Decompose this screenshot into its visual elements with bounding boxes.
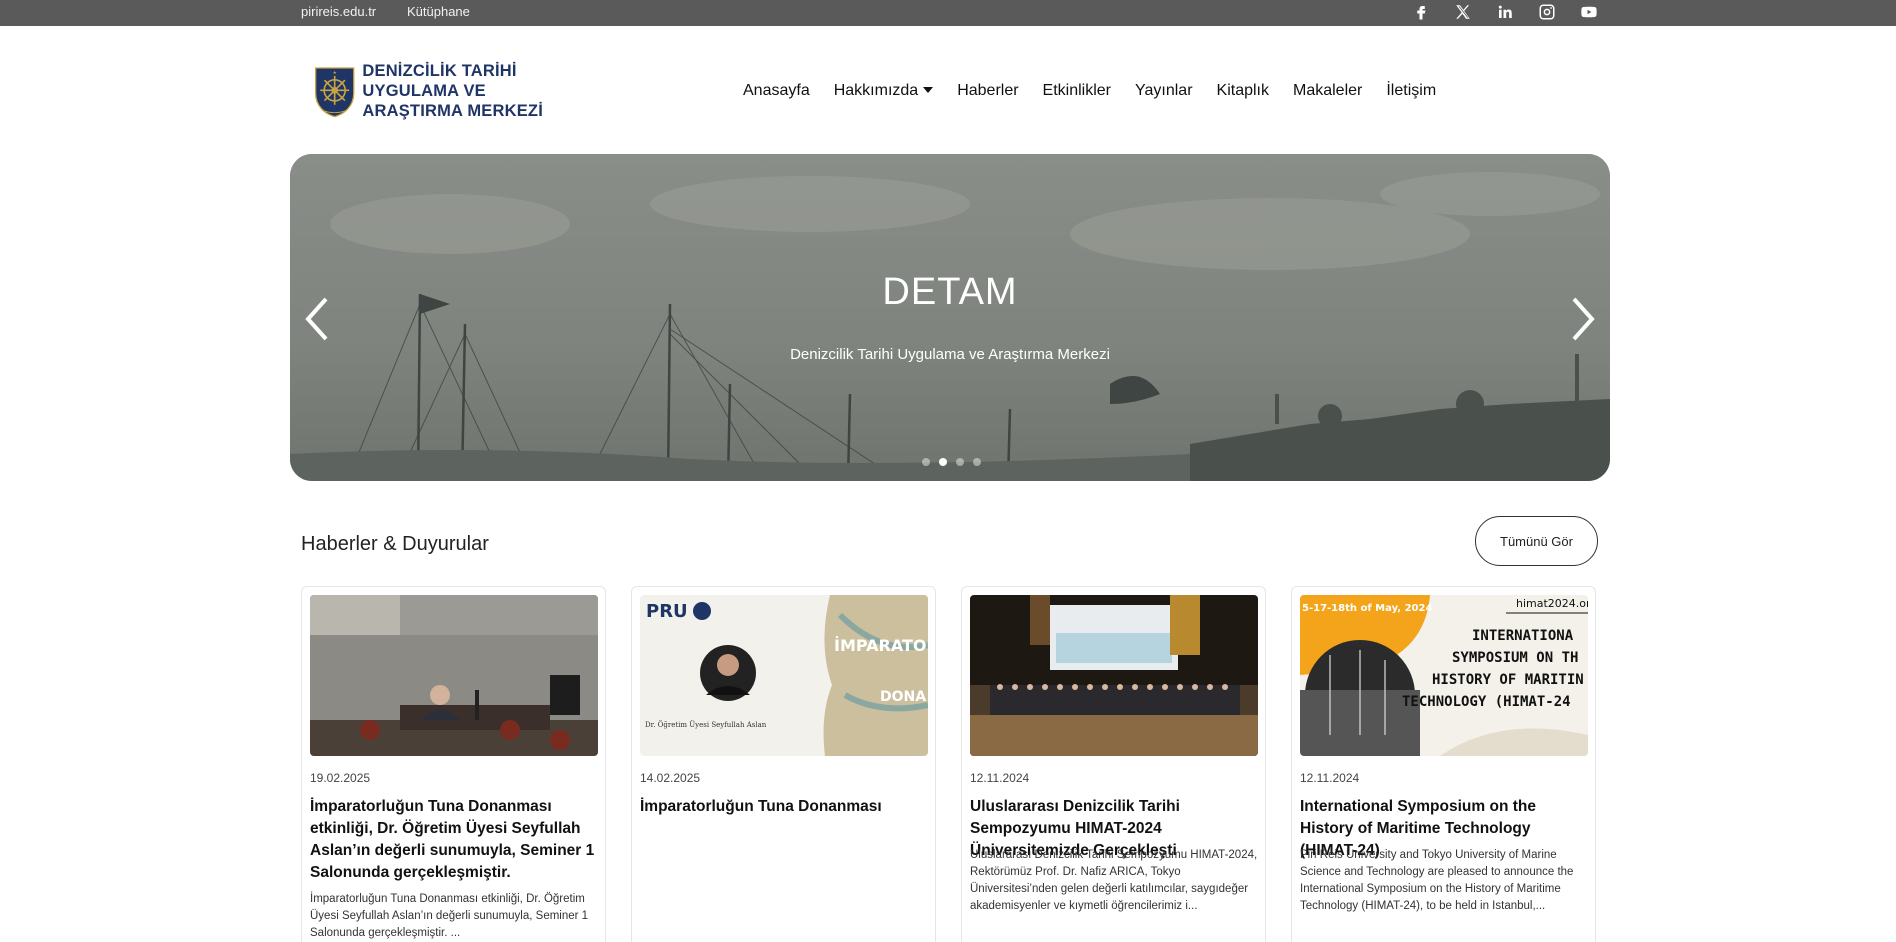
slider-next-button[interactable] [1562,291,1602,347]
detam-emblem-icon: ★ [314,67,355,118]
youtube-icon[interactable] [1578,1,1600,23]
news-date: 12.11.2024 [970,771,1030,785]
logo-line-1: DENİZCİLİK TARİHİ [362,62,517,80]
news-card[interactable]: 12.11.2024 Uluslararası Denizcilik Tarih… [961,586,1266,942]
thumb-brand-text: PRU [646,601,688,622]
nav-item-yayinlar[interactable]: Yayınlar [1135,82,1193,100]
hero-subtitle: Denizcilik Tarihi Uygulama ve Araştırma … [790,346,1110,363]
nav-item-iletisim[interactable]: İletişim [1386,82,1436,100]
slider-dot[interactable] [973,458,981,466]
nav-item-makaleler[interactable]: Makaleler [1293,82,1362,100]
hero-slider: DETAM Denizcilik Tarihi Uygulama ve Araş… [290,154,1610,481]
hero-title: DETAM [882,271,1018,313]
slider-indicators [922,458,990,466]
chevron-left-icon [305,297,328,341]
news-card-image [970,595,1258,756]
harbor-engraving-image [290,154,1610,481]
site-logo[interactable]: ★ DENİZCİLİK TARİHİ UYGULAMA VE ARAŞTIRM… [313,50,543,132]
slider-dot-active[interactable] [939,458,947,466]
news-title[interactable]: İmparatorluğun Tuna Donanması etkinliği,… [310,796,602,884]
news-date: 12.11.2024 [1300,771,1360,785]
thumb-speaker-text: Dr. Öğretim Üyesi Seyfullah Aslan [645,720,767,729]
x-twitter-icon[interactable] [1452,1,1474,23]
news-card-image: İMPARATOR DONA PRU Dr. Öğretim Üyesi Sey… [640,595,928,756]
thumb-line-3: HISTORY OF MARITIN [1432,672,1584,688]
thumb-line-4: TECHNOLOGY (HIMAT-24 [1402,694,1571,710]
svg-text:★: ★ [333,70,337,76]
news-section-title: Haberler & Duyurular [301,533,489,555]
news-excerpt: Piri Reis University and Tokyo Universit… [1300,849,1574,912]
thumb-map-text-2: DONA [880,689,926,705]
news-excerpt: İmparatorluğun Tuna Donanması etkinliği,… [310,893,589,939]
logo-text: DENİZCİLİK TARİHİ UYGULAMA VE ARAŞTIRMA … [362,61,543,121]
thumb-map-text-1: İMPARATOR [834,636,928,655]
news-card[interactable]: İMPARATOR DONA PRU Dr. Öğretim Üyesi Sey… [631,586,936,942]
facebook-icon[interactable] [1410,1,1432,23]
slider-prev-button[interactable] [298,291,338,347]
thumb-dates-text: 5-17-18th of May, 2024 [1302,603,1432,614]
news-card-image [310,595,598,756]
nav-item-etkinlikler[interactable]: Etkinlikler [1043,82,1111,100]
news-title[interactable]: İmparatorluğun Tuna Donanması [640,796,932,818]
linkedin-icon[interactable] [1494,1,1516,23]
chevron-right-icon [1572,297,1595,341]
news-excerpt: Uluslararası Denizcilik Tarihi Sempozyum… [970,849,1258,912]
caret-down-icon [923,87,934,93]
thumb-line-1: INTERNATIONA [1472,628,1574,644]
news-date: 19.02.2025 [310,771,371,785]
nav-item-hakkimizda[interactable]: Hakkımızda [833,82,934,100]
thumb-line-2: SYMPOSIUM ON TH [1452,650,1578,666]
slider-dot[interactable] [956,458,964,466]
news-card[interactable]: 5-17-18th of May, 2024 himat2024.or INTE… [1291,586,1596,942]
pirireis-link[interactable]: pirireis.edu.tr [301,4,376,19]
logo-line-2: UYGULAMA VE [362,82,486,100]
nav-item-hakkimizda-label: Hakkımızda [833,82,919,99]
see-all-button[interactable]: Tümünü Gör [1475,516,1598,566]
main-nav: Anasayfa Hakkımızda Haberler Etkinlikler… [743,82,1460,100]
nav-item-haberler[interactable]: Haberler [957,82,1018,100]
thumb-url-text: himat2024.or [1516,597,1588,610]
news-date: 14.02.2025 [640,771,701,785]
top-bar: pirireis.edu.tr Kütüphane [0,0,1896,26]
instagram-icon[interactable] [1536,1,1558,23]
logo-line-3: ARAŞTIRMA MERKEZİ [362,102,543,120]
library-link[interactable]: Kütüphane [407,4,470,19]
news-card-image: 5-17-18th of May, 2024 himat2024.or INTE… [1300,595,1588,756]
news-card[interactable]: 19.02.2025 İmparatorluğun Tuna Donanması… [301,586,606,942]
slider-dot[interactable] [922,458,930,466]
nav-item-anasayfa[interactable]: Anasayfa [743,82,810,100]
nav-item-kitaplik[interactable]: Kitaplık [1217,82,1269,100]
